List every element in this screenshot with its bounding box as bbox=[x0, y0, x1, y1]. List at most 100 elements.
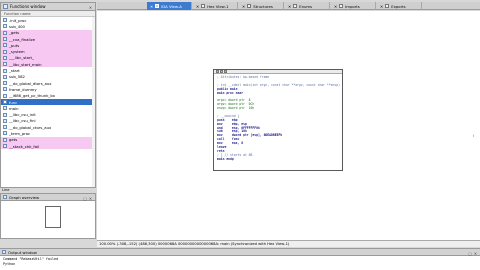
tab-structures[interactable]: ✕ Structures bbox=[239, 2, 284, 10]
tab-icon bbox=[155, 4, 160, 8]
function-name: sub_582 bbox=[9, 74, 25, 80]
output-window-titlebar[interactable]: Output window ▢ ✕ bbox=[0, 249, 480, 256]
graph-overview-node-thumbnail[interactable] bbox=[45, 206, 61, 228]
close-icon[interactable]: ✕ bbox=[89, 196, 92, 201]
tab-label: Hex View-1 bbox=[207, 3, 229, 9]
function-name: ___libc_start_ bbox=[9, 55, 34, 61]
function-icon bbox=[3, 18, 7, 23]
function-icon bbox=[3, 43, 7, 48]
function-icon bbox=[3, 68, 7, 73]
tab-close-icon[interactable]: ✕ bbox=[150, 4, 153, 9]
function-icon bbox=[3, 131, 7, 136]
functions-window: Functions window ✕ Function name .init_p… bbox=[0, 2, 96, 188]
line-label: Line bbox=[2, 188, 10, 192]
function-name: main bbox=[9, 105, 19, 111]
tab-ida-view-a[interactable]: ✕ IDA View-A bbox=[147, 2, 192, 10]
function-name: __stack_chk_fail bbox=[9, 143, 40, 149]
output-window-title: Output window bbox=[8, 249, 37, 255]
graph-overview-title: Graph overview bbox=[9, 194, 40, 200]
tab-icon bbox=[385, 4, 390, 8]
function-icon bbox=[3, 74, 7, 79]
tab-label: Exports bbox=[391, 3, 406, 9]
output-log: Command "RebaseUtil" failed Python bbox=[0, 256, 480, 266]
function-name: __do_global_ctors_aux bbox=[9, 124, 52, 130]
tab-close-icon[interactable]: ✕ bbox=[334, 4, 337, 9]
tab-close-icon[interactable]: ✕ bbox=[288, 4, 291, 9]
restore-icon[interactable]: ▢ bbox=[468, 251, 472, 256]
node-collapse-icon[interactable] bbox=[224, 70, 227, 73]
function-name: func bbox=[9, 99, 18, 105]
tab-icon bbox=[339, 4, 344, 8]
function-name: gets bbox=[9, 137, 18, 143]
function-name: .init_proc bbox=[9, 17, 27, 23]
tab-close-icon[interactable]: ✕ bbox=[196, 4, 199, 9]
function-name: __cxa_finalize bbox=[9, 36, 35, 42]
tab-close-icon[interactable]: ✕ bbox=[242, 4, 245, 9]
functions-window-icon bbox=[3, 4, 8, 9]
graph-overview-window: Graph overview ▢ ✕ bbox=[0, 193, 96, 239]
function-icon bbox=[3, 49, 7, 54]
function-icon bbox=[3, 100, 7, 104]
mouse-cursor-icon: ı bbox=[473, 133, 475, 138]
function-name: _gets bbox=[9, 30, 20, 36]
function-icon bbox=[3, 125, 7, 130]
functions-window-titlebar[interactable]: Functions window ✕ bbox=[1, 3, 95, 11]
function-icon bbox=[3, 55, 7, 60]
function-name: _system bbox=[9, 49, 25, 55]
function-icon bbox=[3, 118, 7, 123]
function-icon bbox=[3, 62, 7, 67]
graph-overview-icon bbox=[3, 195, 7, 199]
function-name: __libc_csu_init bbox=[9, 112, 36, 118]
tab-imports[interactable]: ✕ Imports bbox=[331, 2, 376, 10]
tab-label: Enums bbox=[299, 3, 313, 9]
output-window: Output window ▢ ✕ Command "RebaseUtil" f… bbox=[0, 248, 480, 270]
close-icon[interactable]: ✕ bbox=[474, 251, 477, 256]
tab-hex-view-1[interactable]: ✕ Hex View-1 bbox=[193, 2, 238, 10]
function-name: _term_proc bbox=[9, 130, 31, 136]
function-icon bbox=[3, 93, 7, 98]
tab-label: Imports bbox=[345, 3, 360, 9]
ida-graph-view[interactable]: ; Attributes: bp-based frame; int __cdec… bbox=[97, 11, 480, 240]
tab-icon bbox=[201, 4, 206, 8]
function-icon bbox=[3, 106, 7, 111]
tab-enums[interactable]: ✕ Enums bbox=[285, 2, 330, 10]
function-icon bbox=[3, 137, 7, 142]
function-icon bbox=[3, 81, 7, 86]
functions-list: .init_proc sub_400 _gets __cxa_finalize _put… bbox=[1, 17, 95, 187]
disassembly-line[interactable]: main endp bbox=[217, 157, 339, 162]
function-icon bbox=[3, 112, 7, 117]
function-name: __libc_csu_fini bbox=[9, 118, 36, 124]
function-name: __libc_start_main bbox=[9, 61, 42, 67]
functions-scrollbar[interactable] bbox=[92, 17, 95, 187]
function-icon bbox=[3, 37, 7, 42]
tab-exports[interactable]: ✕ Exports bbox=[377, 2, 422, 10]
close-icon[interactable]: ✕ bbox=[89, 5, 92, 10]
graph-node-main[interactable]: ; Attributes: bp-based frame; int __cdec… bbox=[213, 69, 343, 171]
tab-icon bbox=[293, 4, 298, 8]
tab-label: Structures bbox=[253, 3, 273, 9]
function-name: _puts bbox=[9, 42, 20, 48]
function-icon bbox=[3, 87, 7, 92]
function-name: frame_dummy bbox=[9, 86, 37, 92]
tab-close-icon[interactable]: ✕ bbox=[380, 4, 383, 9]
tab-icon bbox=[247, 4, 252, 8]
node-color-icon[interactable] bbox=[216, 70, 219, 73]
output-window-icon bbox=[2, 250, 6, 254]
function-name: _start bbox=[9, 68, 20, 74]
function-icon bbox=[3, 30, 7, 35]
functions-window-title: Functions window bbox=[10, 4, 46, 9]
disassembly-listing: ; Attributes: bp-based frame; int __cdec… bbox=[214, 74, 342, 164]
output-line: Python bbox=[3, 261, 16, 266]
function-name: __i686_get_pc_thunk_bx bbox=[9, 93, 55, 99]
restore-icon[interactable]: ▢ bbox=[83, 196, 87, 201]
function-name: sub_400 bbox=[9, 23, 25, 29]
function-row[interactable]: __stack_chk_fail bbox=[1, 142, 95, 150]
tab-bar: ✕ IDA View-A ✕ Hex View-1 ✕ Structures ✕ Enums ✕… bbox=[97, 2, 480, 10]
tab-label: IDA View-A bbox=[161, 3, 182, 9]
function-icon bbox=[3, 144, 7, 149]
node-group-icon[interactable] bbox=[220, 70, 223, 73]
graph-overview-titlebar[interactable]: Graph overview ▢ ✕ bbox=[1, 194, 95, 201]
function-icon bbox=[3, 24, 7, 29]
graph-status-line: 100.00% (-308,-152) (488,300) 0000068A 0… bbox=[97, 240, 480, 247]
function-name: __do_global_dtors_aux bbox=[9, 80, 52, 86]
